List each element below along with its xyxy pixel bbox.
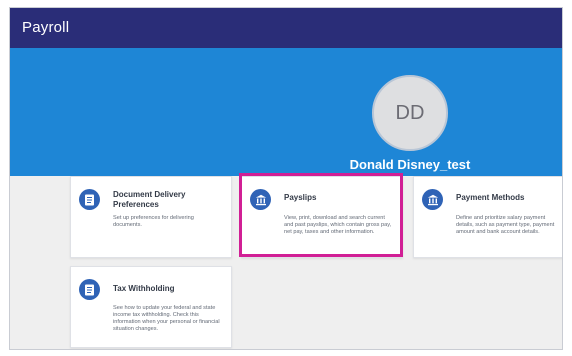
card-description: See how to update your federal and state… (113, 305, 220, 332)
bank-icon (422, 189, 443, 210)
card-payment-methods[interactable]: Payment Methods Define and prioritize sa… (413, 176, 562, 258)
card-tax-withholding[interactable]: Tax Withholding See how to update your f… (70, 266, 232, 348)
card-description: Set up preferences for delivering docume… (113, 215, 194, 228)
card-title: Payment Methods (456, 193, 525, 202)
card-title: Tax Withholding (113, 284, 175, 293)
bank-icon (250, 189, 271, 210)
user-name: Donald Disney_test (349, 157, 471, 172)
app-title: Payroll (22, 19, 70, 36)
top-bar: Payroll (10, 8, 562, 48)
card-title: Document Delivery Preferences (113, 190, 186, 209)
avatar-initials: DD (395, 101, 425, 124)
card-document-delivery-preferences[interactable]: Document Delivery Preferences Set up pre… (70, 176, 232, 258)
card-payslips[interactable]: Payslips View, print, download and searc… (241, 176, 403, 258)
avatar[interactable]: DD (372, 75, 448, 151)
document-icon (79, 189, 100, 210)
payroll-window: Payroll DD Donald Disney_test Document D… (9, 7, 563, 350)
card-description: View, print, download and search current… (284, 215, 392, 235)
card-title: Payslips (284, 193, 317, 202)
card-description: Define and prioritize salary payment det… (456, 215, 555, 235)
document-icon (79, 279, 100, 300)
profile-banner: DD Donald Disney_test (10, 48, 562, 176)
